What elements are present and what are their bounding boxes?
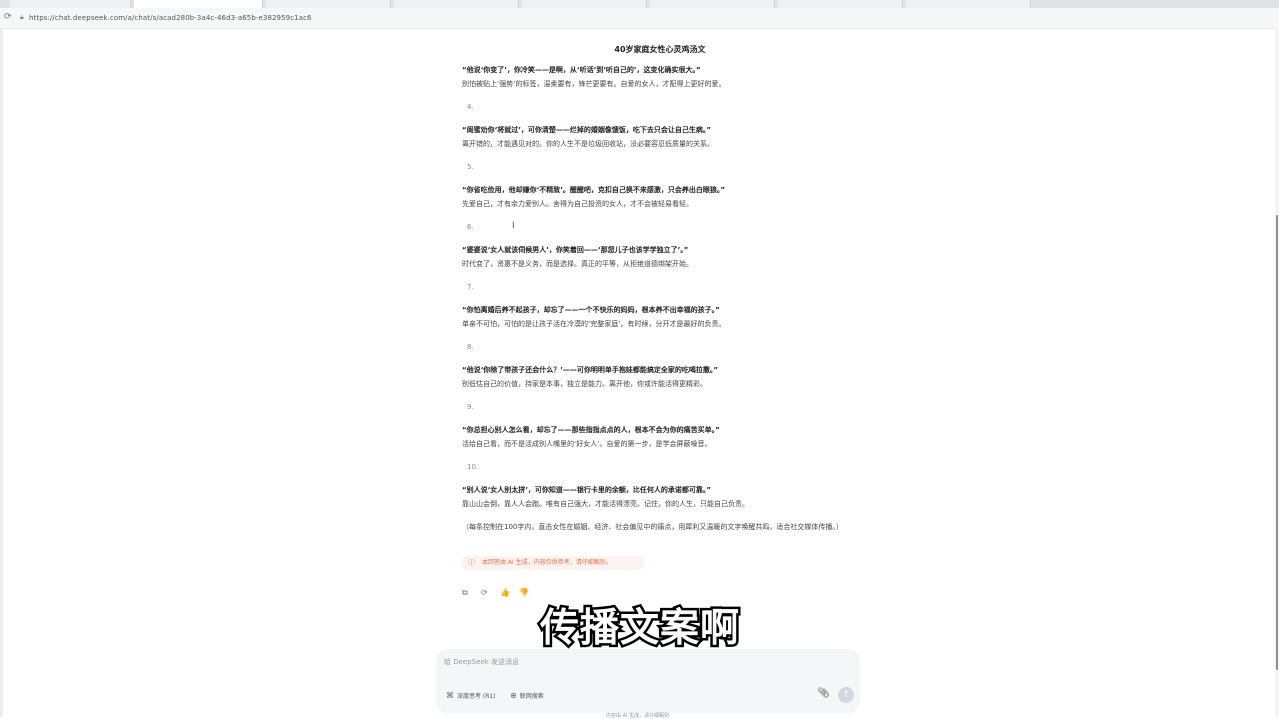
body-text: 先爱自己，才有余力爱别人。舍得为自己投资的女人，才不会被轻易看轻。	[462, 200, 693, 208]
deep-think-label: 深度思考 (R1)	[457, 693, 496, 700]
item-number: 6.	[467, 223, 474, 231]
scrollbar-thumb[interactable]	[1276, 215, 1278, 670]
send-button[interactable]: ↑	[838, 687, 854, 703]
browser-tab[interactable]	[266, 0, 391, 8]
body-text: 靠山山会倒，靠人人会跑。唯有自己强大，才能活得漂亮。记住，你的人生，只能自己负责…	[462, 500, 749, 508]
thumbs-up-icon: 👍	[500, 588, 510, 597]
quote-text: “闺蜜劝你‘将就过’，可你清楚——烂掉的婚姻像馊饭，吃下去只会让自己生病。”	[462, 126, 712, 134]
browser-tab[interactable]	[10, 0, 131, 8]
item-number: 7.	[467, 283, 474, 291]
url-field[interactable]: https://chat.deepseek.com/a/chat/s/acad2…	[29, 14, 312, 22]
globe-icon: ⊕	[510, 691, 517, 700]
article-note: （每条控制在100字内，直击女性在婚姻、经济、社会偏见中的痛点，用犀利又温暖的文…	[462, 523, 843, 531]
like-button[interactable]: 👍	[500, 588, 514, 597]
info-icon: ⓘ	[468, 559, 475, 567]
body-text: 别怕被贴上‘强势’的标签，温柔要有，锋芒更要有。自爱的女人，才配得上更好的爱。	[462, 80, 726, 88]
article-content: “他说‘你变了’，你冷笑——是啊，从‘听话’到‘听自己的’，这变化确实很大。” …	[462, 63, 862, 535]
browser-tab[interactable]	[906, 0, 1031, 8]
thumbs-down-icon: 👎	[519, 588, 529, 597]
quote-text: “你怕离婚后养不起孩子，却忘了——一个不快乐的妈妈，根本养不出幸福的孩子。”	[462, 306, 720, 314]
body-text: 活给自己看，而不是活成别人嘴里的‘好女人’。自爱的第一步，是学会屏蔽噪音。	[462, 440, 712, 448]
deep-think-icon: ⌘	[446, 691, 454, 700]
text-cursor-icon: I	[512, 221, 515, 231]
regenerate-button[interactable]: ⟳	[481, 588, 495, 597]
address-bar: ⟳ 🔒︎ https://chat.deepseek.com/a/chat/s/…	[0, 8, 1279, 29]
browser-tab-bar	[0, 0, 1279, 8]
body-text: 时代变了，贤惠不是义务，而是选择。真正的平等，从拒绝道德绑架开始。	[462, 260, 693, 268]
paperclip-icon[interactable]: 📎︎	[817, 688, 830, 699]
quote-text: “你省吃俭用，他却嫌你‘不精致’。醒醒吧，克扣自己换不来感激，只会养出白眼狼。”	[462, 186, 726, 194]
composer-placeholder[interactable]: 给 DeepSeek 发送消息	[444, 657, 519, 667]
reload-icon[interactable]: ⟳	[4, 12, 12, 22]
quote-text: “他说‘你变了’，你冷笑——是啊，从‘听话’到‘听自己的’，这变化确实很大。”	[462, 66, 701, 74]
quote-text: “他说‘你除了带孩子还会什么？’——可你明明单手抱娃都能搞定全家的吃喝拉撒。”	[462, 366, 719, 374]
item-number: 9.	[467, 403, 474, 411]
item-number: 8.	[467, 343, 474, 351]
web-search-label: 联网搜索	[519, 693, 544, 700]
copy-icon: ⧉	[462, 588, 468, 597]
browser-tab-active[interactable]	[134, 0, 263, 8]
left-edge	[0, 28, 3, 717]
body-text: 离开错的，才能遇见对的。你的人生不是垃圾回收站，没必要容忍低质量的关系。	[462, 140, 714, 148]
item-number: 5.	[467, 163, 474, 171]
copy-button[interactable]: ⧉	[462, 588, 476, 598]
footer-note: 内容由 AI 生成，请仔细甄别	[606, 713, 670, 719]
body-text: 单亲不可怕，可怕的是让孩子活在冷漠的‘完整家庭’。有时候，分开才是最好的负责。	[462, 320, 726, 328]
arrow-up-icon: ↑	[842, 690, 850, 700]
deep-think-button[interactable]: ⌘ 深度思考 (R1)	[446, 689, 496, 702]
item-number: 4.	[467, 103, 474, 111]
browser-tab[interactable]	[394, 0, 519, 8]
message-actions: ⧉ ⟳ 👍 👎	[462, 580, 538, 597]
quote-text: “别人说‘女人别太拼’，可你知道——银行卡里的余额，比任何人的承诺都可靠。”	[462, 486, 712, 494]
quote-text: “你总担心别人怎么看，却忘了——那些指指点点的人，根本不会为你的痛苦买单。”	[462, 426, 720, 434]
item-number: 10.	[467, 463, 479, 471]
browser-tab[interactable]	[778, 0, 903, 8]
quote-text: “婆婆说‘女人就该伺候男人’，你笑着回——‘那您儿子也该学学独立了’。”	[462, 246, 689, 254]
ai-disclaimer: ⓘ 本回答由 AI 生成，内容仅供参考，请仔细甄别。	[462, 556, 644, 570]
message-composer[interactable]: 给 DeepSeek 发送消息 ⌘ 深度思考 (R1) ⊕ 联网搜索 📎︎ ↑	[436, 649, 860, 713]
lock-icon: 🔒︎	[20, 13, 24, 21]
body-text: 别低估自己的价值，持家是本事，独立是能力。离开他，你或许能活得更精彩。	[462, 380, 707, 388]
dislike-button[interactable]: 👎	[519, 588, 533, 597]
article-items: 4. “闺蜜劝你‘将就过’，可你清楚——烂掉的婚姻像馊饭，吃下去只会让自己生病。”…	[462, 100, 862, 511]
article-title: 40岁家庭女性心灵鸡汤文	[614, 45, 706, 54]
web-search-button[interactable]: ⊕ 联网搜索	[510, 689, 544, 702]
disclaimer-text: 本回答由 AI 生成，内容仅供参考，请仔细甄别。	[482, 559, 612, 566]
browser-tab[interactable]	[650, 0, 775, 8]
refresh-icon: ⟳	[481, 588, 488, 597]
browser-tab[interactable]	[522, 0, 647, 8]
video-subtitle: 传播文案啊	[537, 604, 741, 654]
